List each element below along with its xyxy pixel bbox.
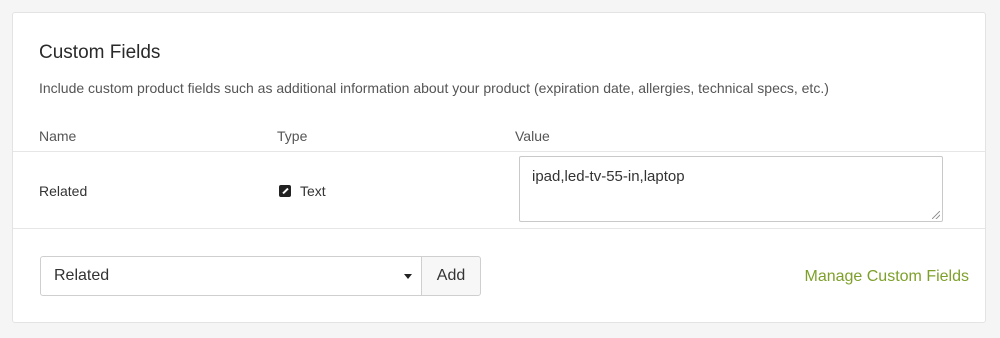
resize-handle-icon[interactable] [932,211,940,219]
field-type-label: Text [300,183,326,199]
caret-down-icon [404,274,412,279]
column-header-value: Value [515,128,550,144]
manage-custom-fields-link[interactable]: Manage Custom Fields [804,267,969,287]
field-type: Text [279,182,326,200]
field-value-textarea[interactable]: ipad,led-tv-55-in,laptop [519,156,943,222]
custom-field-select[interactable]: Related [40,256,422,296]
field-value-text: ipad,led-tv-55-in,laptop [532,168,685,185]
edit-pencil-icon [279,185,291,197]
custom-fields-panel: Custom Fields Include custom product fie… [12,12,986,323]
panel-description: Include custom product fields such as ad… [39,80,829,96]
add-button[interactable]: Add [421,256,481,296]
panel-title: Custom Fields [39,42,161,63]
header-divider [13,151,985,152]
select-value: Related [54,267,110,284]
field-name: Related [39,183,88,199]
column-header-name: Name [39,128,77,144]
row-divider [13,228,985,229]
column-header-type: Type [277,128,308,144]
